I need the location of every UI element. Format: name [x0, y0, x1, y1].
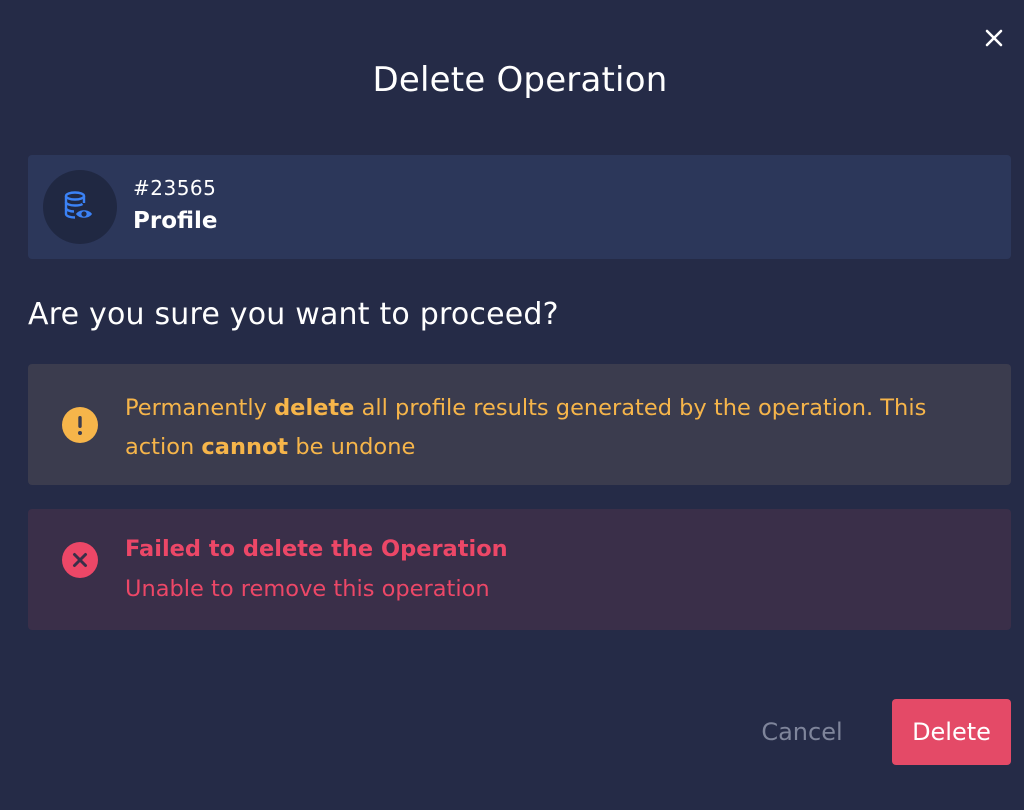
error-title: Failed to delete the Operation: [125, 536, 508, 562]
delete-button[interactable]: Delete: [892, 699, 1011, 765]
operation-id: #23565: [133, 176, 217, 200]
warning-bold-cannot: cannot: [201, 434, 289, 460]
warning-text-part: Permanently: [125, 395, 275, 421]
warning-text-part: be undone: [288, 434, 416, 460]
confirm-question: Are you sure you want to proceed?: [28, 297, 559, 332]
operation-avatar: [43, 170, 117, 244]
cancel-button[interactable]: Cancel: [742, 699, 862, 765]
warning-bold-delete: delete: [274, 395, 355, 421]
error-message: Unable to remove this operation: [125, 576, 490, 602]
database-eye-icon: [64, 191, 92, 219]
dialog-title: Delete Operation: [372, 60, 668, 100]
x-circle-icon: [62, 542, 98, 578]
delete-operation-dialog: Delete Operation #23565 Profile Are you …: [0, 0, 1024, 810]
warning-banner: Permanently delete all profile results g…: [28, 364, 1011, 485]
operation-card: #23565 Profile: [28, 155, 1011, 259]
operation-name: Profile: [133, 208, 218, 234]
close-icon: [985, 29, 1003, 47]
exclamation-circle-icon: [62, 407, 98, 443]
warning-message: Permanently delete all profile results g…: [125, 389, 995, 467]
error-banner: Failed to delete the Operation Unable to…: [28, 509, 1011, 630]
close-button[interactable]: [978, 22, 1010, 54]
